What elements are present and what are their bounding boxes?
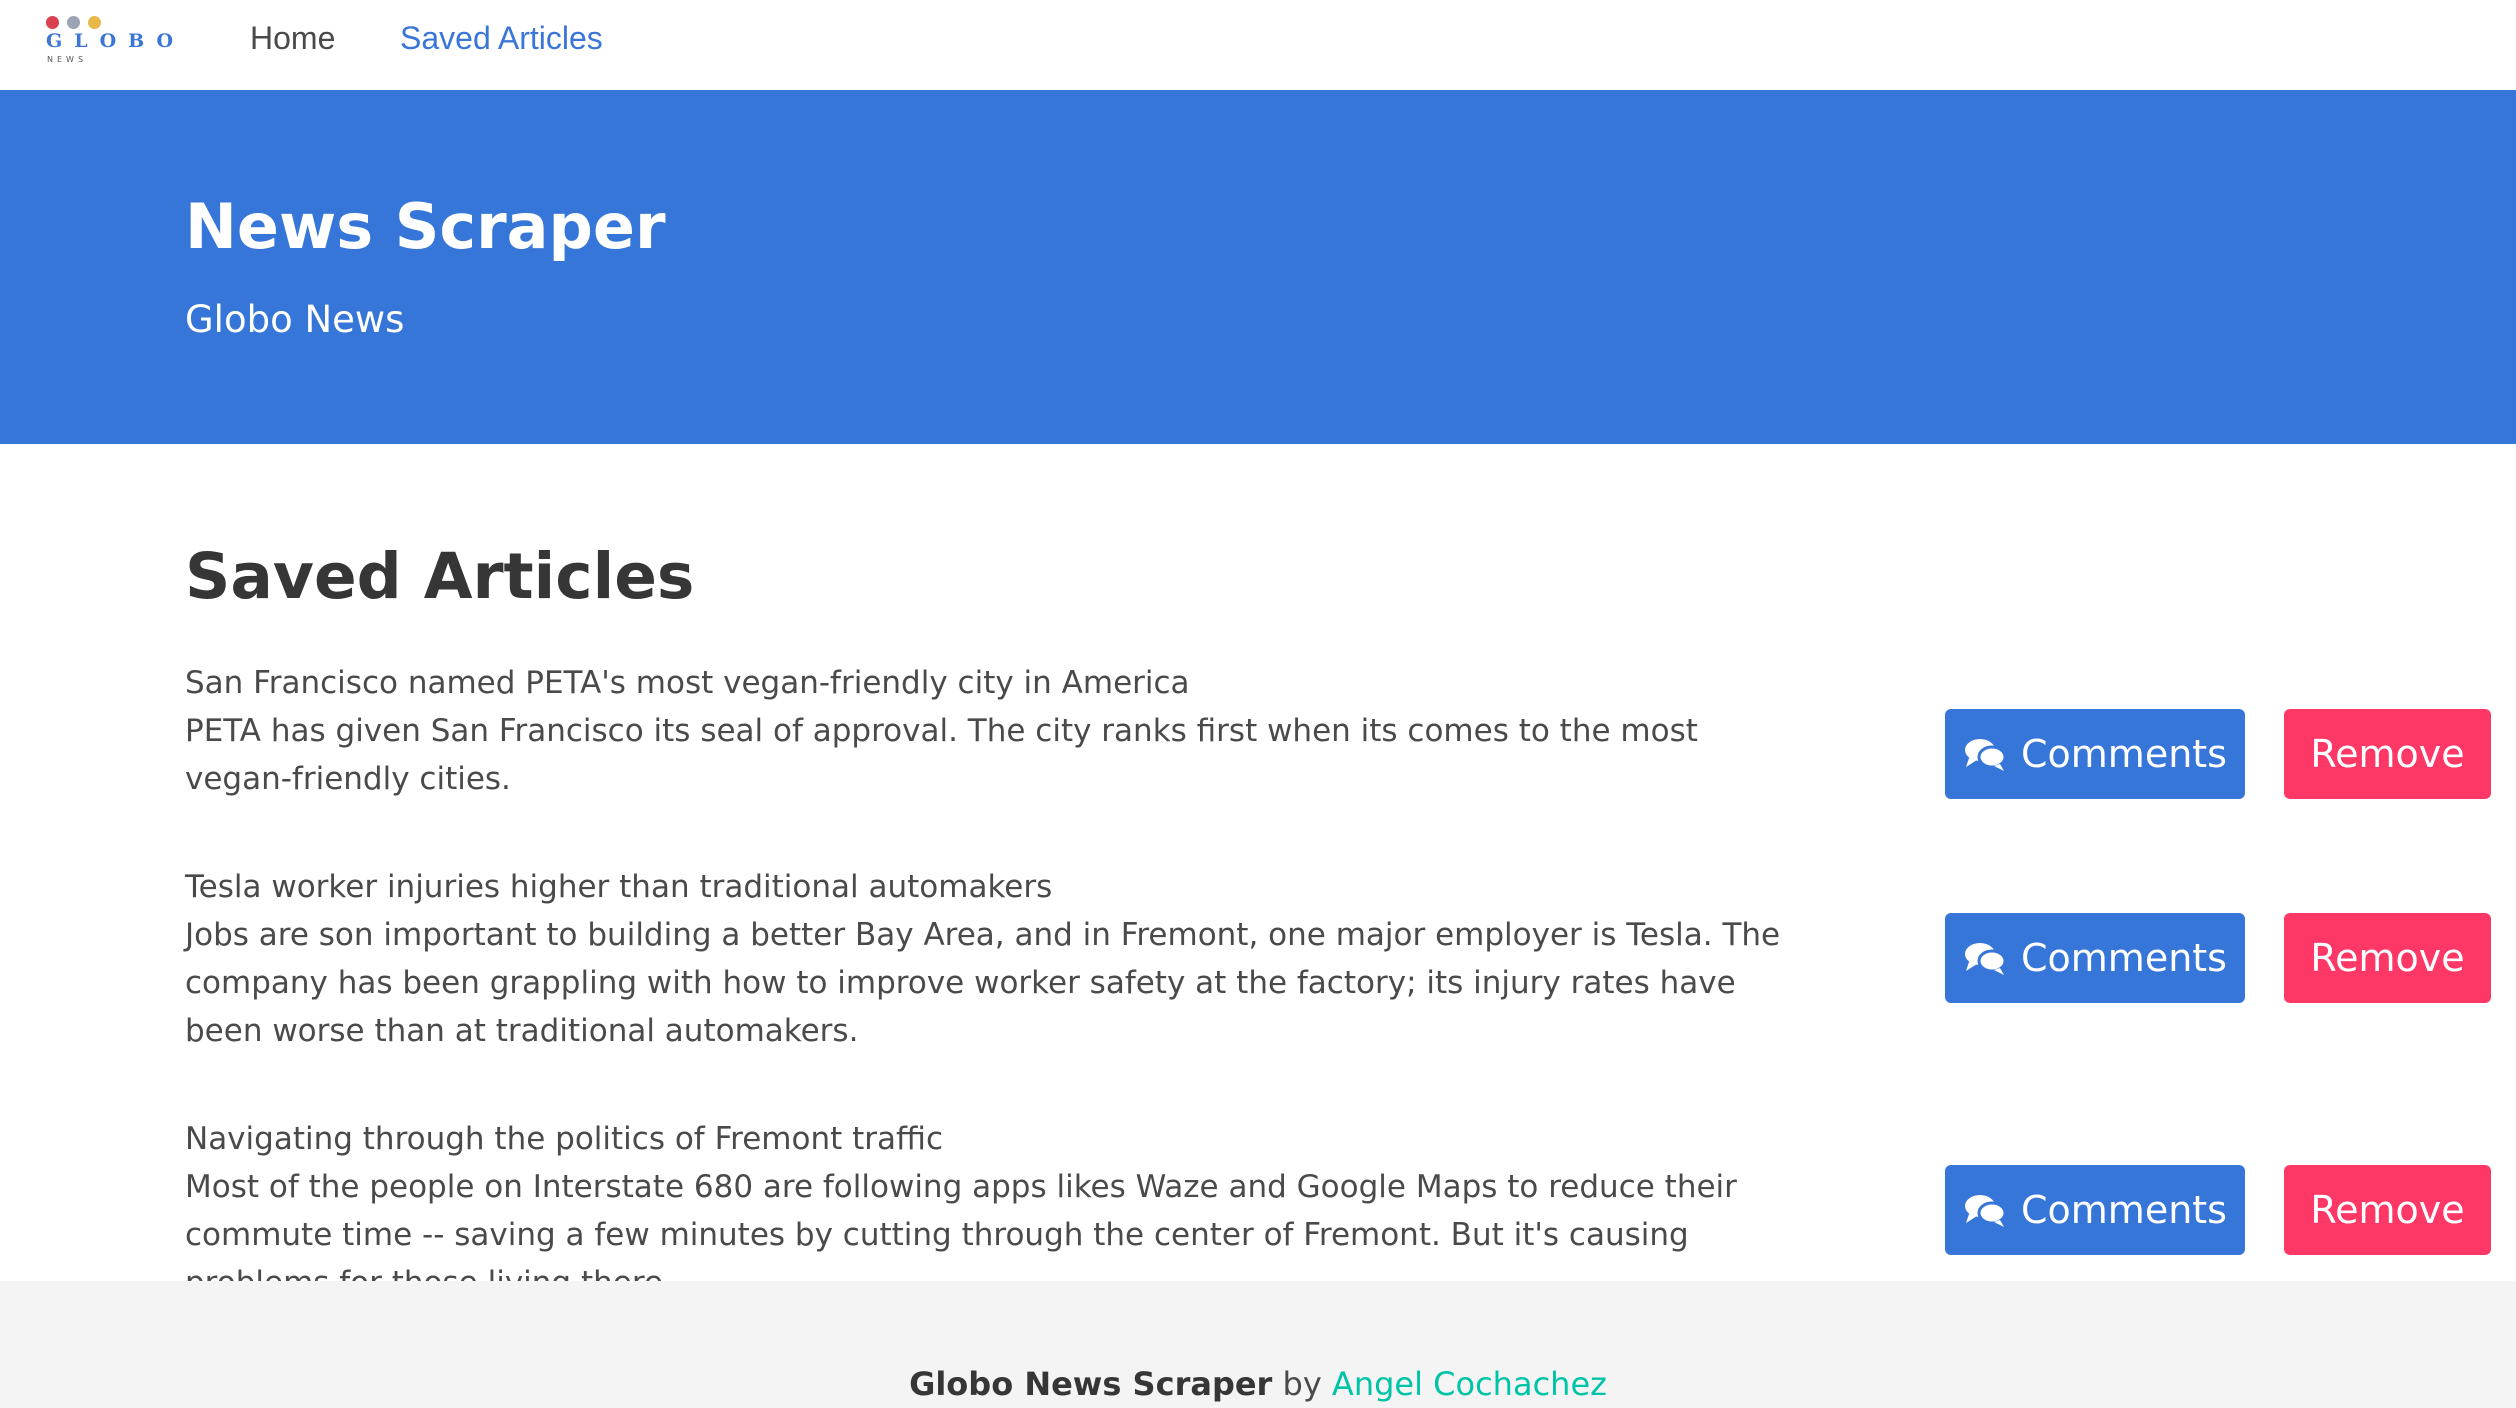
article-summary: Jobs are son important to building a bet… — [185, 917, 1781, 1049]
globo-news-logo[interactable]: GLOBO NEWS — [44, 14, 174, 66]
comments-button[interactable]: Comments — [1945, 709, 2245, 799]
article-summary: PETA has given San Francisco its seal of… — [185, 713, 1698, 797]
article-item: Tesla worker injuries higher than tradit… — [185, 863, 2501, 1055]
hero-title: News Scraper — [185, 190, 666, 263]
footer-author-link[interactable]: Angel Cochachez — [1332, 1365, 1607, 1403]
logo-dot-red — [46, 16, 59, 29]
remove-button[interactable]: Remove — [2284, 1165, 2491, 1255]
footer-credit: Globo News Scraper by Angel Cochachez — [0, 1365, 2516, 1403]
hero-subtitle: Globo News — [185, 298, 405, 341]
comments-button-label: Comments — [2021, 1188, 2227, 1232]
nav-home-link[interactable]: Home — [250, 20, 335, 57]
article-item: San Francisco named PETA's most vegan-fr… — [185, 659, 2501, 803]
comments-button[interactable]: Comments — [1945, 913, 2245, 1003]
article-headline[interactable]: San Francisco named PETA's most vegan-fr… — [185, 659, 1805, 707]
remove-button[interactable]: Remove — [2284, 913, 2491, 1003]
comments-icon — [1965, 739, 2007, 771]
article-item: Navigating through the politics of Fremo… — [185, 1115, 2501, 1307]
article-headline[interactable]: Tesla worker injuries higher than tradit… — [185, 863, 1805, 911]
nav-saved-articles-link[interactable]: Saved Articles — [400, 20, 603, 57]
comments-icon — [1965, 1195, 2007, 1227]
logo-dot-yellow — [88, 16, 101, 29]
remove-button[interactable]: Remove — [2284, 709, 2491, 799]
footer: Globo News Scraper by Angel Cochachez — [0, 1281, 2516, 1408]
footer-app-name: Globo News Scraper — [909, 1365, 1273, 1403]
article-text: Navigating through the politics of Fremo… — [185, 1115, 1805, 1307]
logo-subtext: NEWS — [47, 55, 88, 64]
article-text: Tesla worker injuries higher than tradit… — [185, 863, 1805, 1055]
logo-wordmark: GLOBO — [46, 30, 186, 52]
article-headline[interactable]: Navigating through the politics of Fremo… — [185, 1115, 1805, 1163]
logo-dot-gray — [67, 16, 80, 29]
comments-icon — [1965, 943, 2007, 975]
comments-button-label: Comments — [2021, 936, 2227, 980]
footer-by: by — [1282, 1365, 1322, 1403]
comments-button-label: Comments — [2021, 732, 2227, 776]
navbar: GLOBO NEWS Home Saved Articles — [0, 0, 2516, 90]
section-title: Saved Articles — [185, 540, 695, 613]
comments-button[interactable]: Comments — [1945, 1165, 2245, 1255]
article-text: San Francisco named PETA's most vegan-fr… — [185, 659, 1805, 803]
main-content: Saved Articles San Francisco named PETA'… — [0, 444, 2516, 1301]
logo-dots — [46, 16, 101, 29]
hero-banner: News Scraper Globo News — [0, 90, 2516, 444]
